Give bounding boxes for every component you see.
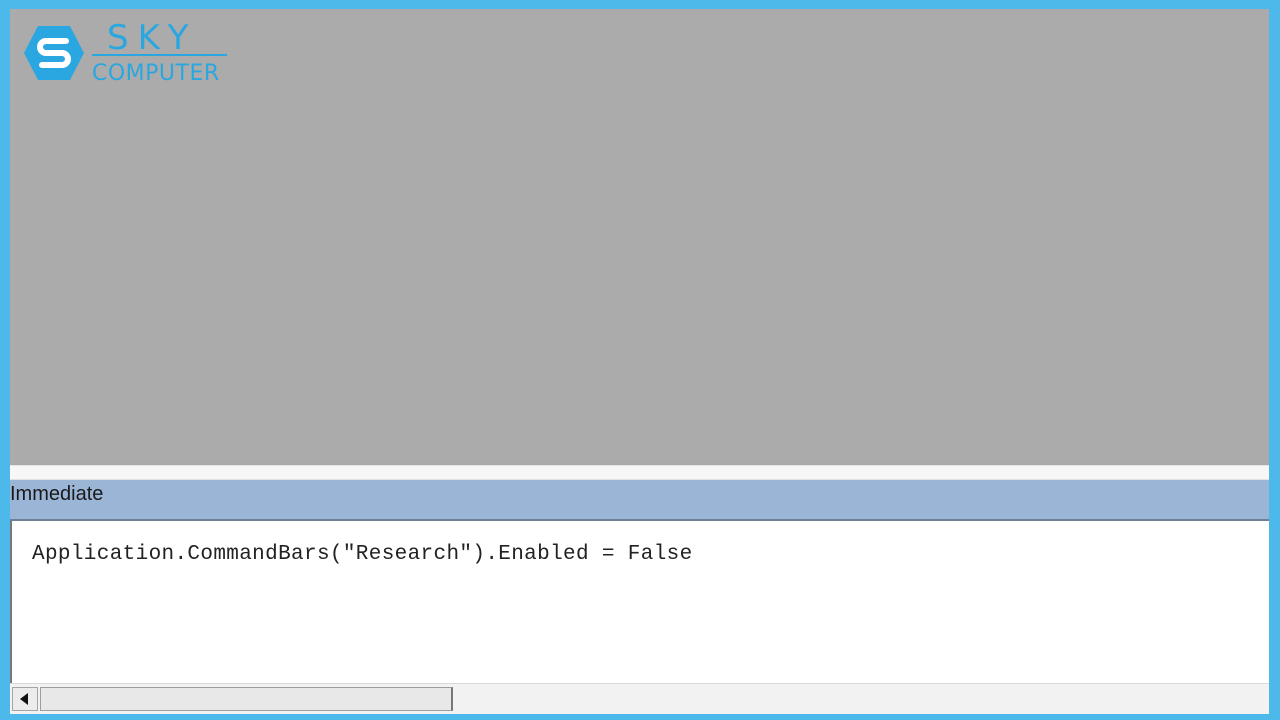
sky-computer-logo-icon xyxy=(24,26,84,80)
left-arrow-icon xyxy=(20,693,28,705)
brand-logo: SKY COMPUTER xyxy=(22,18,232,86)
scroll-left-button[interactable] xyxy=(12,687,38,711)
logo-divider xyxy=(92,54,227,56)
pane-splitter[interactable] xyxy=(10,465,1269,480)
vbe-window: Immediate Application.CommandBars("Resea… xyxy=(10,9,1269,714)
immediate-window-title: Immediate xyxy=(10,483,104,505)
horizontal-scrollbar[interactable] xyxy=(10,683,1269,714)
immediate-window-editor[interactable]: Application.CommandBars("Research").Enab… xyxy=(10,521,1269,683)
code-line[interactable]: Application.CommandBars("Research").Enab… xyxy=(32,543,693,566)
scroll-thumb[interactable] xyxy=(40,687,453,711)
logo-wordmark: SKY xyxy=(107,18,198,58)
logo-subtitle: COMPUTER xyxy=(92,61,220,86)
immediate-window-titlebar[interactable] xyxy=(10,480,1269,521)
